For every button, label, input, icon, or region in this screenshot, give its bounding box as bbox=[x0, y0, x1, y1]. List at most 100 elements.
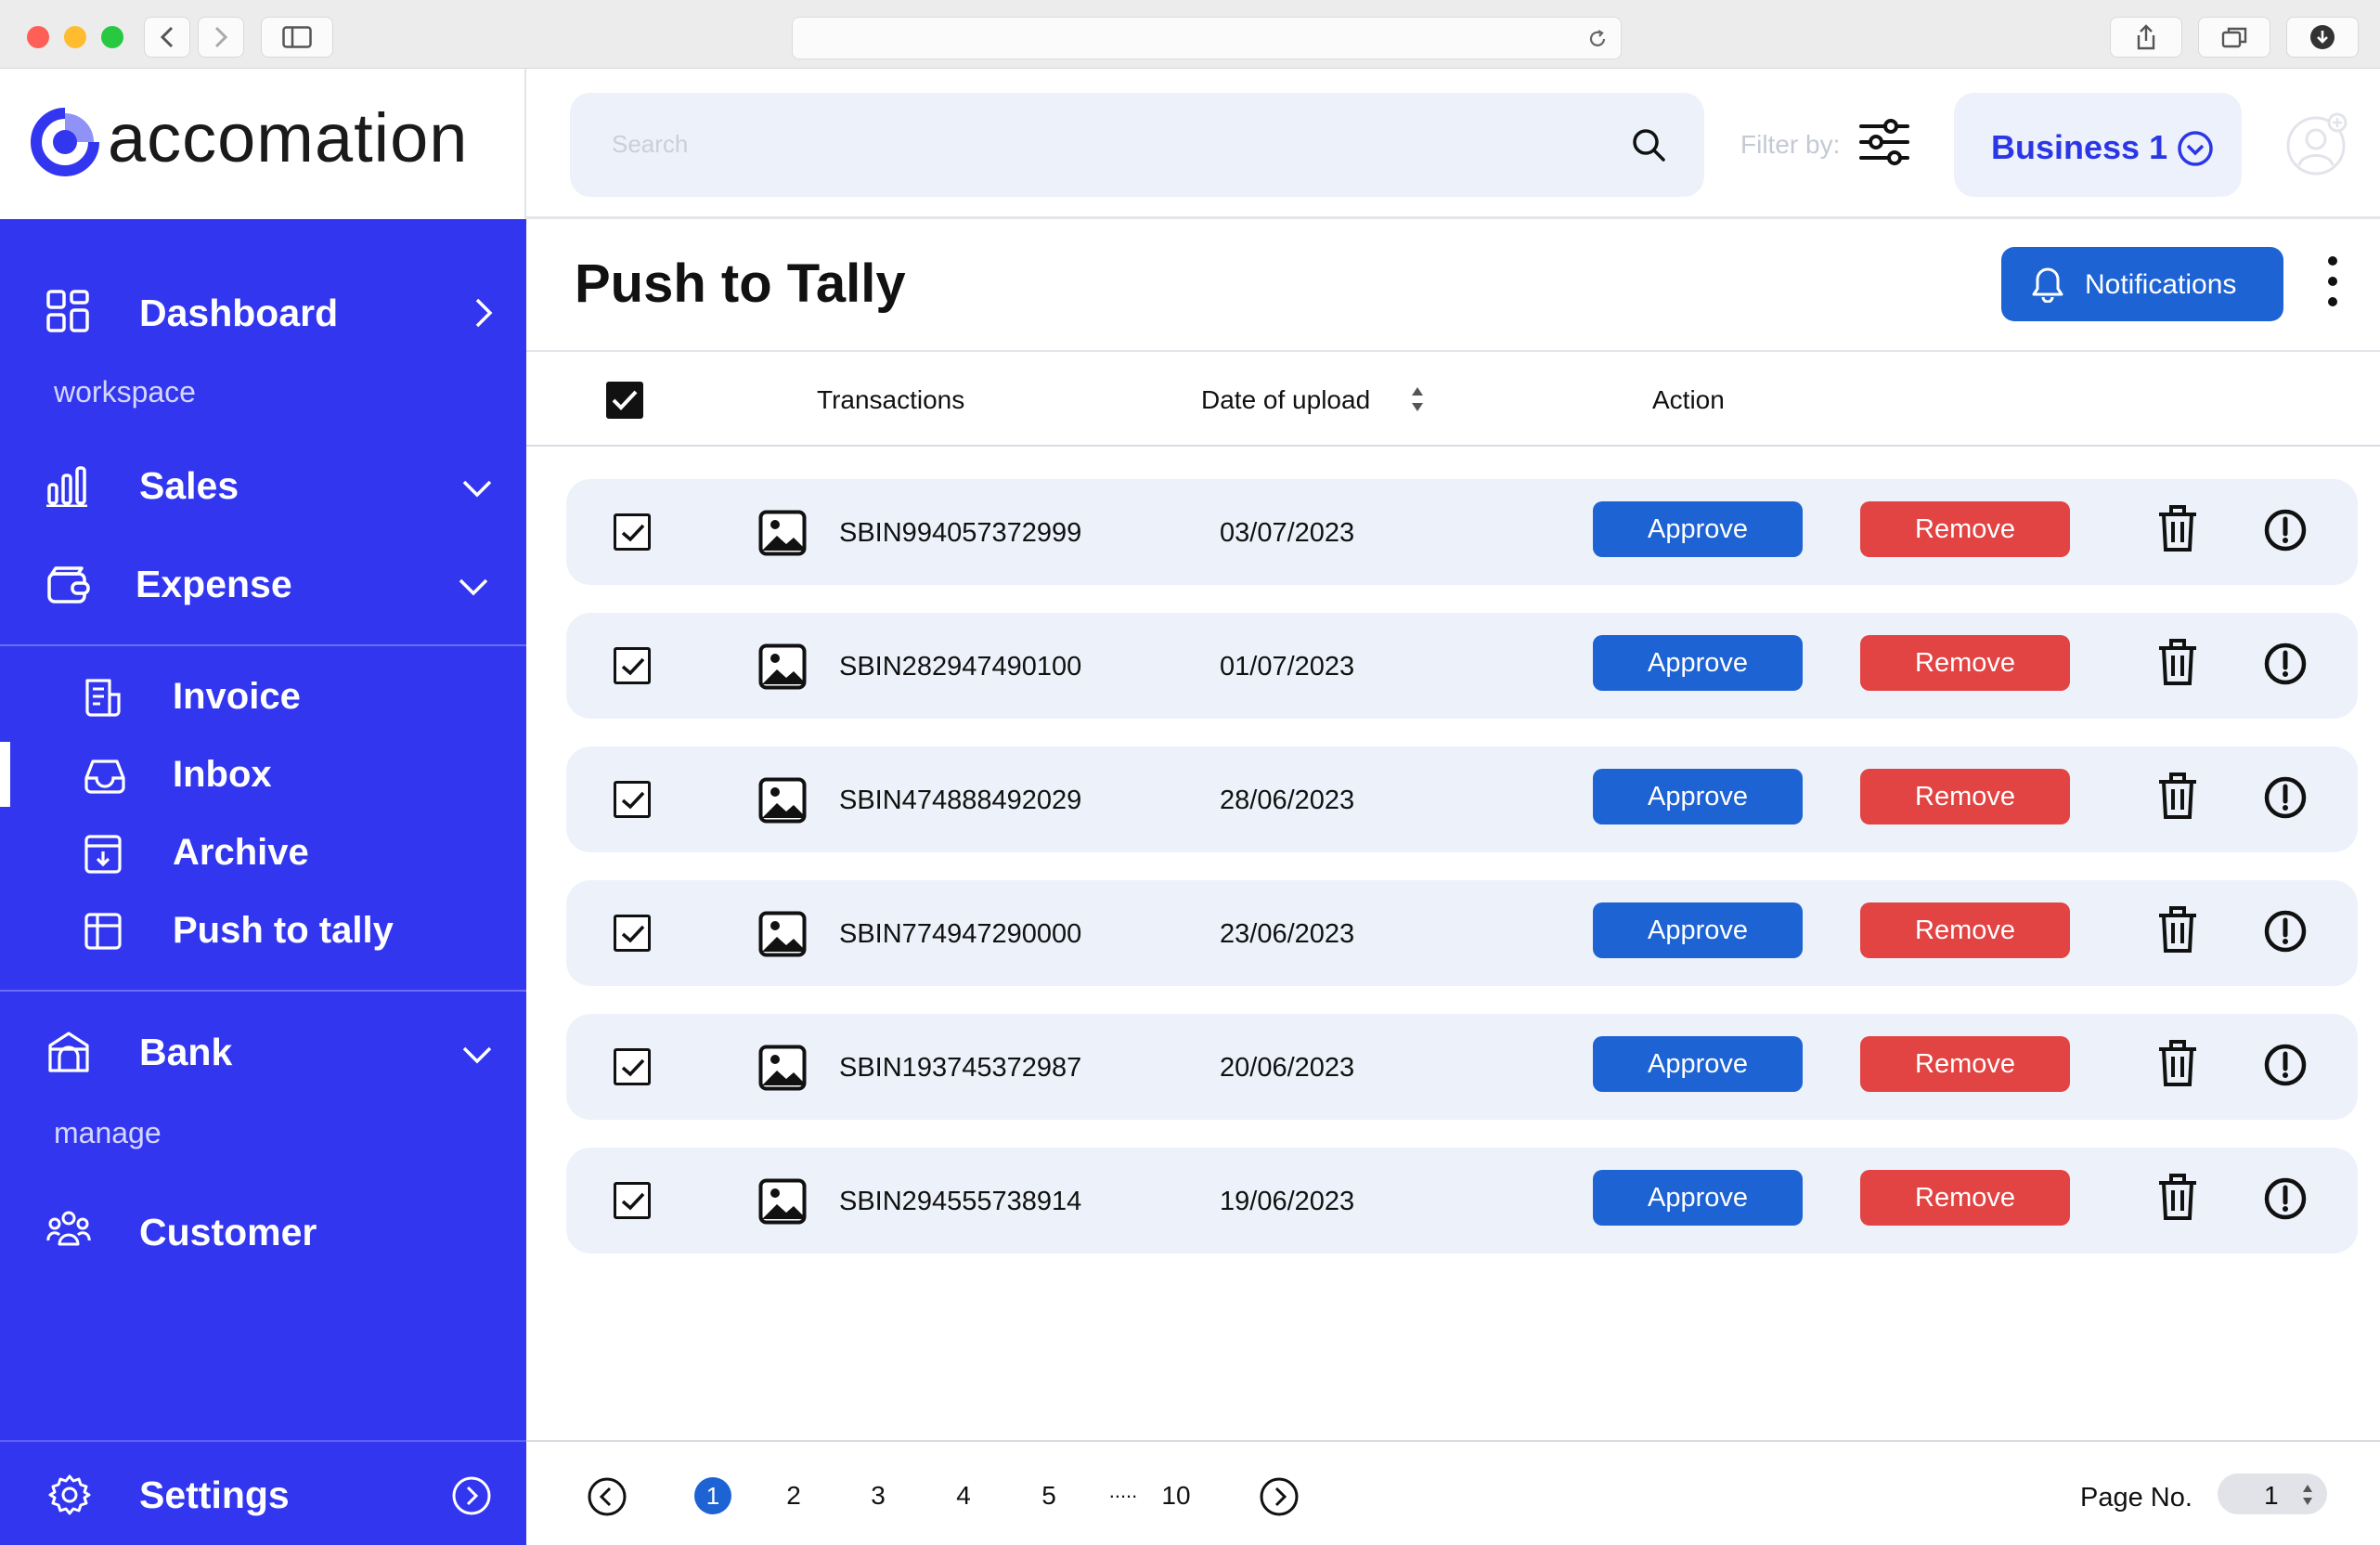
sidebar-item-customer[interactable]: Customer bbox=[0, 1194, 526, 1268]
check-icon bbox=[621, 657, 645, 676]
forward-button[interactable] bbox=[198, 17, 244, 58]
check-icon bbox=[621, 524, 645, 542]
row-checkbox[interactable] bbox=[614, 1182, 651, 1219]
page-button-3[interactable]: 3 bbox=[858, 1481, 899, 1511]
sidebar-item-bank[interactable]: Bank bbox=[0, 1014, 526, 1088]
prev-page-icon[interactable] bbox=[587, 1476, 627, 1517]
share-icon bbox=[2137, 24, 2155, 50]
image-icon[interactable] bbox=[758, 911, 807, 957]
sidebar-item-label: Archive bbox=[173, 832, 309, 873]
image-icon[interactable] bbox=[758, 777, 807, 824]
info-icon[interactable] bbox=[2263, 508, 2308, 552]
sort-icon[interactable] bbox=[1410, 385, 1425, 413]
remove-button[interactable]: Remove bbox=[1860, 501, 2070, 557]
business-selector[interactable]: Business 1 bbox=[1954, 93, 2242, 197]
sidebar-item-label: Dashboard bbox=[139, 292, 339, 334]
remove-button[interactable]: Remove bbox=[1860, 635, 2070, 691]
sidebar-item-push-to-tally[interactable]: Push to tally bbox=[0, 899, 526, 964]
page-button-10[interactable]: 10 bbox=[1146, 1481, 1206, 1511]
notifications-button[interactable]: Notifications bbox=[2001, 247, 2283, 321]
transaction-id: SBIN994057372999 bbox=[839, 518, 1082, 548]
remove-button[interactable]: Remove bbox=[1860, 1036, 2070, 1092]
search-input[interactable]: Search bbox=[570, 93, 1704, 197]
row-checkbox[interactable] bbox=[614, 1048, 651, 1085]
page-button-2[interactable]: 2 bbox=[773, 1481, 814, 1511]
search-icon[interactable] bbox=[1630, 126, 1667, 163]
page-button-4[interactable]: 4 bbox=[943, 1481, 984, 1511]
column-header-date[interactable]: Date of upload bbox=[1201, 385, 1370, 415]
inbox-icon bbox=[84, 760, 125, 794]
info-icon[interactable] bbox=[2263, 642, 2308, 686]
info-icon[interactable] bbox=[2263, 775, 2308, 820]
image-icon[interactable] bbox=[758, 1178, 807, 1225]
address-bar[interactable] bbox=[792, 17, 1622, 59]
tabs-button[interactable] bbox=[2198, 17, 2270, 58]
column-header-transactions: Transactions bbox=[817, 385, 965, 414]
page-title: Push to Tally bbox=[575, 253, 906, 314]
sidebar-item-sales[interactable]: Sales bbox=[0, 448, 526, 522]
row-checkbox[interactable] bbox=[614, 915, 651, 952]
select-all-checkbox[interactable] bbox=[606, 382, 643, 419]
dashboard-grid-icon bbox=[46, 290, 89, 332]
chevron-right-icon bbox=[475, 298, 493, 328]
sidebar-item-invoice[interactable]: Invoice bbox=[0, 665, 526, 730]
browser-toolbar bbox=[0, 0, 2380, 69]
chevron-down-icon bbox=[462, 1046, 492, 1064]
chevron-right-icon bbox=[214, 26, 228, 48]
more-options-icon[interactable] bbox=[2321, 256, 2345, 308]
info-icon[interactable] bbox=[2263, 909, 2308, 954]
maximize-window-button[interactable] bbox=[101, 26, 123, 48]
sidebar-item-expense[interactable]: Expense bbox=[0, 546, 526, 620]
sidebar-item-dashboard[interactable]: Dashboard bbox=[0, 275, 526, 349]
sidebar-item-label: Sales bbox=[139, 464, 239, 507]
trash-icon[interactable] bbox=[2156, 637, 2199, 687]
approve-button[interactable]: Approve bbox=[1593, 1170, 1803, 1226]
sidebar-item-archive[interactable]: Archive bbox=[0, 821, 526, 886]
sidebar-icon bbox=[282, 26, 312, 48]
archive-icon bbox=[84, 835, 122, 874]
approve-button[interactable]: Approve bbox=[1593, 902, 1803, 958]
image-icon[interactable] bbox=[758, 643, 807, 690]
sidebar-item-inbox[interactable]: Inbox bbox=[0, 743, 526, 808]
page-button-1[interactable]: 1 bbox=[694, 1477, 731, 1514]
approve-button[interactable]: Approve bbox=[1593, 501, 1803, 557]
image-icon[interactable] bbox=[758, 1045, 807, 1091]
page-number-value: 1 bbox=[2264, 1481, 2279, 1510]
sidebar-item-label: Push to tally bbox=[173, 910, 394, 951]
gear-icon bbox=[48, 1474, 91, 1515]
approve-button[interactable]: Approve bbox=[1593, 1036, 1803, 1092]
close-window-button[interactable] bbox=[27, 26, 49, 48]
sidebar-toggle-button[interactable] bbox=[261, 17, 333, 58]
remove-button[interactable]: Remove bbox=[1860, 769, 2070, 824]
info-icon[interactable] bbox=[2263, 1043, 2308, 1087]
chevron-left-icon bbox=[160, 26, 174, 48]
check-icon bbox=[621, 791, 645, 810]
image-icon[interactable] bbox=[758, 510, 807, 556]
row-checkbox[interactable] bbox=[614, 781, 651, 818]
filter-sliders-icon[interactable] bbox=[1859, 117, 1909, 167]
approve-button[interactable]: Approve bbox=[1593, 769, 1803, 824]
downloads-button[interactable] bbox=[2286, 17, 2359, 58]
remove-button[interactable]: Remove bbox=[1860, 902, 2070, 958]
trash-icon[interactable] bbox=[2156, 771, 2199, 821]
user-avatar-icon[interactable] bbox=[2285, 111, 2350, 176]
remove-button[interactable]: Remove bbox=[1860, 1170, 2070, 1226]
trash-icon[interactable] bbox=[2156, 1038, 2199, 1088]
trash-icon[interactable] bbox=[2156, 904, 2199, 954]
back-button[interactable] bbox=[144, 17, 190, 58]
page-number-select[interactable]: 1 bbox=[2218, 1474, 2327, 1514]
sidebar-item-settings[interactable]: Settings bbox=[0, 1440, 526, 1545]
tabs-icon bbox=[2221, 27, 2247, 48]
upload-date: 03/07/2023 bbox=[1220, 518, 1355, 548]
share-button[interactable] bbox=[2110, 17, 2182, 58]
row-checkbox[interactable] bbox=[614, 513, 651, 551]
trash-icon[interactable] bbox=[2156, 1172, 2199, 1222]
minimize-window-button[interactable] bbox=[64, 26, 86, 48]
info-icon[interactable] bbox=[2263, 1176, 2308, 1221]
row-checkbox[interactable] bbox=[614, 647, 651, 684]
next-page-icon[interactable] bbox=[1259, 1476, 1300, 1517]
sidebar-item-label: Inbox bbox=[173, 754, 272, 795]
trash-icon[interactable] bbox=[2156, 503, 2199, 553]
page-button-5[interactable]: 5 bbox=[1028, 1481, 1069, 1511]
approve-button[interactable]: Approve bbox=[1593, 635, 1803, 691]
